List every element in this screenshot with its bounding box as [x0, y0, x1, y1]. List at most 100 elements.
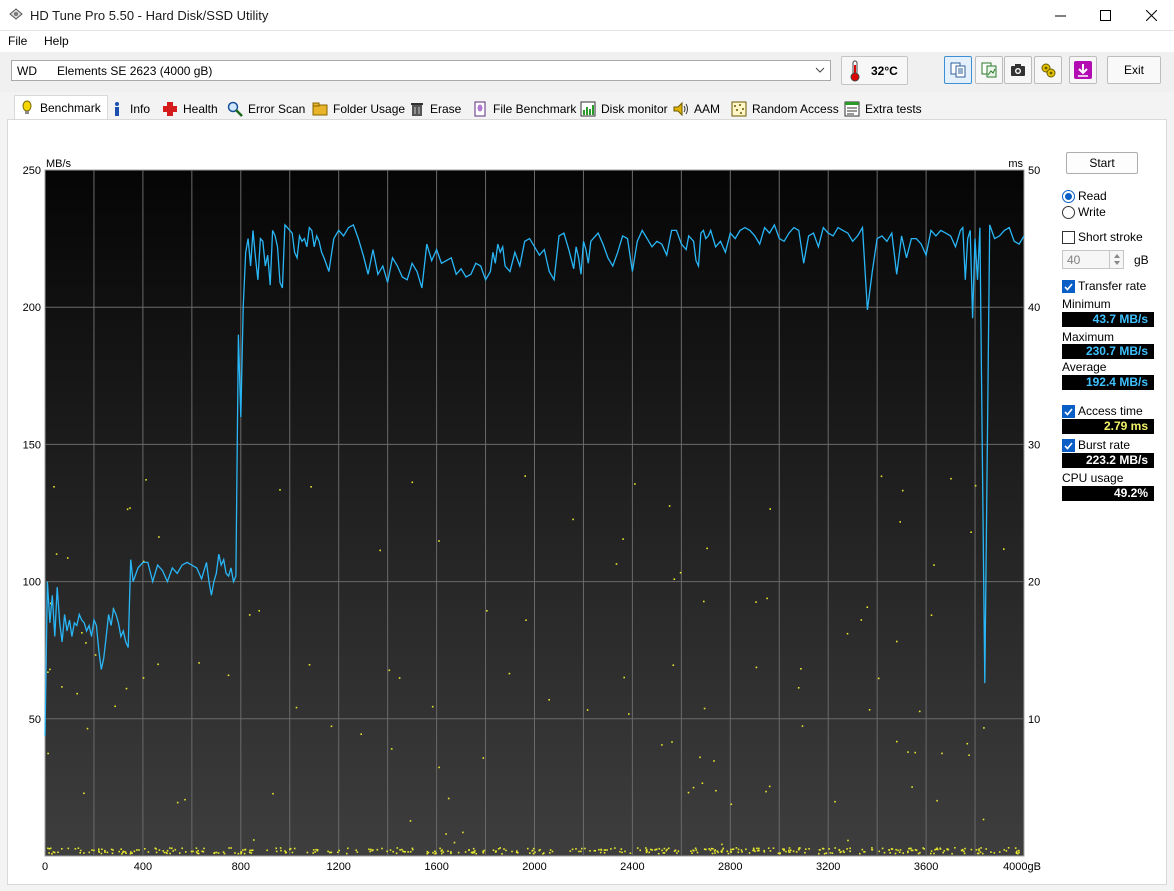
access-time-dot — [549, 849, 552, 851]
access-time-dot — [936, 848, 939, 851]
access-time-dot — [66, 557, 69, 559]
access-time-dot — [158, 536, 160, 538]
access-time-dot — [542, 852, 544, 855]
access-time-dot — [569, 850, 572, 852]
access-time-dot — [877, 677, 880, 680]
access-time-dot — [645, 848, 648, 851]
access-time-dot — [280, 849, 282, 852]
access-time-dot — [714, 852, 716, 854]
access-time-dot — [881, 847, 884, 850]
access-time-dot — [439, 847, 441, 850]
access-time-dot — [993, 852, 996, 854]
access-time-dot — [713, 850, 716, 852]
access-time-dot — [163, 851, 166, 854]
access-time-dot — [249, 849, 251, 852]
access-time-dot — [142, 677, 145, 679]
checkmark-icon — [1062, 438, 1075, 452]
access-time-dot — [76, 692, 78, 695]
access-time-dot — [395, 852, 398, 855]
transfer-rate-checkbox[interactable]: Transfer rate — [1062, 278, 1146, 294]
access-time-dot — [735, 847, 738, 849]
access-time-dot — [703, 600, 705, 603]
access-time-checkbox[interactable]: Access time — [1062, 403, 1143, 419]
access-time-dot — [933, 852, 935, 855]
access-time-dot — [402, 850, 404, 853]
access-time-dot — [98, 848, 100, 850]
y-left-tick-label: 250 — [23, 165, 41, 177]
access-time-dot — [450, 852, 452, 855]
access-time-dot — [243, 852, 246, 855]
access-time-dot — [963, 852, 966, 855]
access-time-dot — [1014, 847, 1017, 849]
access-time-dot — [155, 851, 158, 854]
access-time-dot — [398, 677, 401, 679]
write-radio[interactable]: Write — [1062, 204, 1106, 220]
access-time-dot — [868, 709, 871, 711]
y-right-unit: ms — [1008, 158, 1023, 170]
access-time-dot — [93, 849, 95, 852]
access-time-dot — [308, 664, 311, 666]
access-time-dot — [710, 847, 713, 850]
access-time-dot — [434, 850, 436, 853]
access-time-dot — [825, 852, 828, 854]
access-time-dot — [110, 848, 113, 851]
radio-indicator — [1062, 205, 1075, 219]
access-time-dot — [53, 851, 56, 854]
access-time-dot — [847, 839, 849, 842]
access-time-dot — [215, 851, 218, 854]
access-time-dot — [572, 518, 574, 521]
x-tick-label: 2400 — [620, 861, 644, 873]
access-time-dot — [47, 752, 49, 755]
short-stroke-size-stepper[interactable]: 40 — [1062, 250, 1124, 269]
access-time-dot — [610, 848, 612, 850]
access-time-dot — [441, 852, 443, 855]
access-time-dot — [279, 847, 282, 849]
access-time-dot — [690, 850, 692, 852]
access-time-dot — [982, 818, 985, 821]
access-time-dot — [692, 849, 694, 852]
access-time-dot — [943, 850, 946, 852]
access-time-dot — [67, 847, 70, 850]
access-time-dot — [404, 851, 406, 853]
access-time-dot — [755, 601, 757, 603]
access-time-dot — [1003, 548, 1005, 550]
access-time-dot — [600, 849, 603, 851]
access-time-dot — [846, 632, 849, 635]
access-time-dot — [894, 852, 897, 855]
access-time-dot — [766, 597, 768, 600]
access-time-dot — [386, 850, 388, 853]
read-radio[interactable]: Read — [1062, 188, 1107, 204]
start-button[interactable]: Start — [1066, 152, 1138, 174]
access-time-dot — [389, 849, 392, 851]
access-time-dot — [649, 848, 652, 851]
access-time-dot — [935, 848, 938, 850]
access-time-dot — [754, 850, 756, 853]
access-time-dot — [584, 847, 586, 850]
access-time-dot — [975, 849, 978, 851]
access-time-dot — [227, 674, 230, 677]
burst-rate-checkbox[interactable]: Burst rate — [1062, 437, 1130, 453]
access-time-dot — [228, 847, 230, 849]
access-time-dot — [834, 800, 836, 803]
access-time-dot — [594, 850, 597, 852]
access-time-dot — [863, 851, 866, 853]
average-value: 192.4 MB/s — [1062, 375, 1154, 390]
access-time-dot — [533, 847, 535, 850]
x-tick-label: 1200 — [326, 861, 350, 873]
access-time-dot — [551, 850, 554, 853]
access-time-dot — [978, 849, 980, 852]
access-time-dot — [74, 848, 77, 850]
access-time-dot — [737, 848, 740, 851]
y-left-tick-label: 100 — [23, 577, 41, 589]
access-time-dot — [981, 852, 984, 855]
checkbox-indicator — [1062, 230, 1075, 244]
access-time-dot — [411, 481, 414, 484]
short-stroke-checkbox[interactable]: Short stroke — [1062, 229, 1143, 245]
access-time-dot — [899, 849, 902, 851]
stepper-buttons[interactable] — [1109, 251, 1123, 268]
access-time-dot — [694, 847, 697, 850]
access-time-dot — [158, 849, 161, 851]
access-time-dot — [896, 640, 898, 643]
y-left-tick-label: 200 — [23, 302, 41, 314]
access-time-dot — [740, 849, 743, 851]
